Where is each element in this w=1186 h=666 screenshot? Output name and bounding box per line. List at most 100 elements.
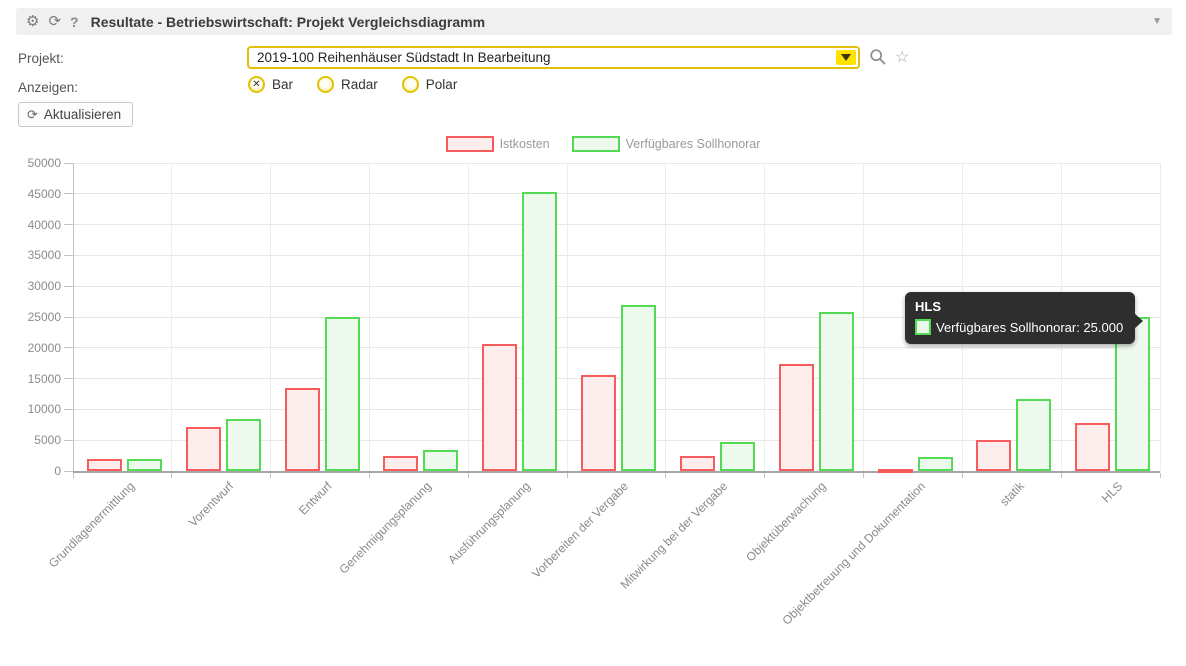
- legend-swatch-icon: [446, 136, 494, 152]
- x-axis-label-statik: statik: [997, 479, 1027, 509]
- radio-label: Polar: [426, 77, 458, 92]
- refresh-icon[interactable]: ⟳: [48, 14, 61, 29]
- project-select[interactable]: 2019-100 Reihenhäuser Südstadt In Bearbe…: [247, 46, 860, 69]
- gridline-horizontal: [73, 286, 1160, 287]
- y-axis-tick-label: 45000: [1, 187, 61, 201]
- radio-unselected-icon[interactable]: [402, 76, 419, 93]
- bar-istkosten-vorbereiten-der-vergabe[interactable]: [581, 375, 616, 471]
- gridline-vertical: [567, 163, 568, 471]
- bar-istkosten-statik[interactable]: [976, 440, 1011, 471]
- x-tick-mark: [863, 473, 864, 478]
- gridline-vertical: [270, 163, 271, 471]
- bar-istkosten-objektbetreuung-und-dokumentation[interactable]: [878, 469, 913, 473]
- y-axis-tick-label: 10000: [1, 402, 61, 416]
- x-axis-label-hls: HLS: [1099, 479, 1125, 505]
- bar-istkosten-entwurf[interactable]: [285, 388, 320, 471]
- x-axis: GrundlagenermittlungVorentwurfEntwurfGen…: [0, 479, 1186, 659]
- radio-selected-icon[interactable]: ✕: [248, 76, 265, 93]
- gridline-vertical: [468, 163, 469, 471]
- bar-verf-gbares-sollhonorar-objekt-berwachung[interactable]: [819, 312, 854, 471]
- x-axis-label-grundlagenermittlung: Grundlagenermittlung: [46, 479, 138, 571]
- gear-icon[interactable]: ⚙: [26, 14, 39, 29]
- gridline-horizontal: [73, 224, 1160, 225]
- x-axis-label-mitwirkung-bei-der-vergabe: Mitwirkung bei der Vergabe: [617, 479, 730, 592]
- x-axis-label-vorentwurf: Vorentwurf: [186, 479, 236, 529]
- x-tick-mark: [1160, 473, 1161, 478]
- gridline-horizontal: [73, 378, 1160, 379]
- gridline-vertical: [665, 163, 666, 471]
- x-tick-mark: [764, 473, 765, 478]
- refresh-icon: ⟳: [27, 107, 38, 123]
- legend-label: Istkosten: [500, 137, 550, 151]
- display-label: Anzeigen:: [18, 80, 78, 95]
- bar-verf-gbares-sollhonorar-vorentwurf[interactable]: [226, 419, 261, 471]
- legend-item-verf-gbares-sollhonorar[interactable]: Verfügbares Sollhonorar: [572, 136, 761, 152]
- bar-verf-gbares-sollhonorar-entwurf[interactable]: [325, 317, 360, 471]
- x-tick-mark: [665, 473, 666, 478]
- tooltip-value-text: Verfügbares Sollhonorar: 25.000: [936, 320, 1123, 335]
- display-option-bar[interactable]: ✕ Bar: [248, 76, 293, 93]
- x-tick-mark: [369, 473, 370, 478]
- y-axis-tick-label: 20000: [1, 341, 61, 355]
- y-axis-tick-label: 35000: [1, 248, 61, 262]
- panel-title: Resultate - Betriebswirtschaft: Projekt …: [91, 14, 485, 30]
- display-radio-group: ✕ Bar Radar Polar: [248, 76, 457, 93]
- chart-tooltip: HLS Verfügbares Sollhonorar: 25.000: [905, 292, 1135, 344]
- bar-verf-gbares-sollhonorar-mitwirkung-bei-der-vergabe[interactable]: [720, 442, 755, 471]
- y-axis-line: [73, 163, 74, 471]
- x-tick-mark: [73, 473, 74, 478]
- legend-label: Verfügbares Sollhonorar: [626, 137, 761, 151]
- bar-verf-gbares-sollhonorar-vorbereiten-der-vergabe[interactable]: [621, 305, 656, 471]
- tooltip-series-swatch-icon: [915, 319, 931, 335]
- display-option-polar[interactable]: Polar: [402, 76, 458, 93]
- search-icon[interactable]: [869, 48, 887, 66]
- collapse-triangle-down-icon[interactable]: ▼: [1152, 16, 1162, 27]
- display-option-radar[interactable]: Radar: [317, 76, 378, 93]
- bar-istkosten-grundlagenermittlung[interactable]: [87, 459, 122, 471]
- x-tick-mark: [270, 473, 271, 478]
- bar-verf-gbares-sollhonorar-genehmigungsplanung[interactable]: [423, 450, 458, 471]
- legend-swatch-icon: [572, 136, 620, 152]
- gridline-horizontal: [73, 255, 1160, 256]
- x-axis-label-ausf-hrungsplanung: Ausführungsplanung: [445, 479, 533, 567]
- dropdown-arrow-icon[interactable]: [836, 50, 856, 65]
- x-tick-mark: [962, 473, 963, 478]
- bar-istkosten-mitwirkung-bei-der-vergabe[interactable]: [680, 456, 715, 471]
- project-label: Projekt:: [18, 51, 64, 66]
- y-axis: 0500010000150002000025000300003500040000…: [0, 163, 64, 471]
- x-axis-label-vorbereiten-der-vergabe: Vorbereiten der Vergabe: [529, 479, 631, 581]
- radio-unselected-icon[interactable]: [317, 76, 334, 93]
- bar-verf-gbares-sollhonorar-objektbetreuung-und-dokumentation[interactable]: [918, 457, 953, 471]
- panel-header: ⚙ ⟳ ? Resultate - Betriebswirtschaft: Pr…: [16, 8, 1172, 35]
- gridline-vertical: [1160, 163, 1161, 471]
- bar-verf-gbares-sollhonorar-ausf-hrungsplanung[interactable]: [522, 192, 557, 471]
- x-tick-mark: [468, 473, 469, 478]
- y-axis-tick-label: 15000: [1, 372, 61, 386]
- y-axis-tick-label: 0: [1, 464, 61, 478]
- legend-item-istkosten[interactable]: Istkosten: [446, 136, 550, 152]
- bar-istkosten-objekt-berwachung[interactable]: [779, 364, 814, 471]
- bar-istkosten-ausf-hrungsplanung[interactable]: [482, 344, 517, 471]
- tooltip-caret: [1134, 313, 1143, 329]
- bar-istkosten-hls[interactable]: [1075, 423, 1110, 471]
- gridline-vertical: [369, 163, 370, 471]
- bar-verf-gbares-sollhonorar-statik[interactable]: [1016, 399, 1051, 471]
- project-select-value: 2019-100 Reihenhäuser Südstadt In Bearbe…: [249, 50, 836, 65]
- chart-legend: Istkosten Verfügbares Sollhonorar: [73, 136, 1133, 152]
- x-axis-label-genehmigungsplanung: Genehmigungsplanung: [336, 479, 434, 577]
- x-tick-mark: [171, 473, 172, 478]
- y-axis-tick-label: 50000: [1, 156, 61, 170]
- question-mark-icon[interactable]: ?: [70, 15, 79, 29]
- bar-istkosten-genehmigungsplanung[interactable]: [383, 456, 418, 471]
- favorite-star-icon[interactable]: ☆: [895, 50, 909, 66]
- aktualisieren-button[interactable]: ⟳ Aktualisieren: [18, 102, 133, 127]
- bar-verf-gbares-sollhonorar-grundlagenermittlung[interactable]: [127, 459, 162, 471]
- gridline-horizontal: [73, 193, 1160, 194]
- tooltip-title: HLS: [915, 299, 1123, 314]
- gridline-horizontal: [73, 163, 1160, 164]
- bar-istkosten-vorentwurf[interactable]: [186, 427, 221, 471]
- y-axis-tick-label: 5000: [1, 433, 61, 447]
- y-axis-tick-label: 25000: [1, 310, 61, 324]
- radio-label: Bar: [272, 77, 293, 92]
- radio-label: Radar: [341, 77, 378, 92]
